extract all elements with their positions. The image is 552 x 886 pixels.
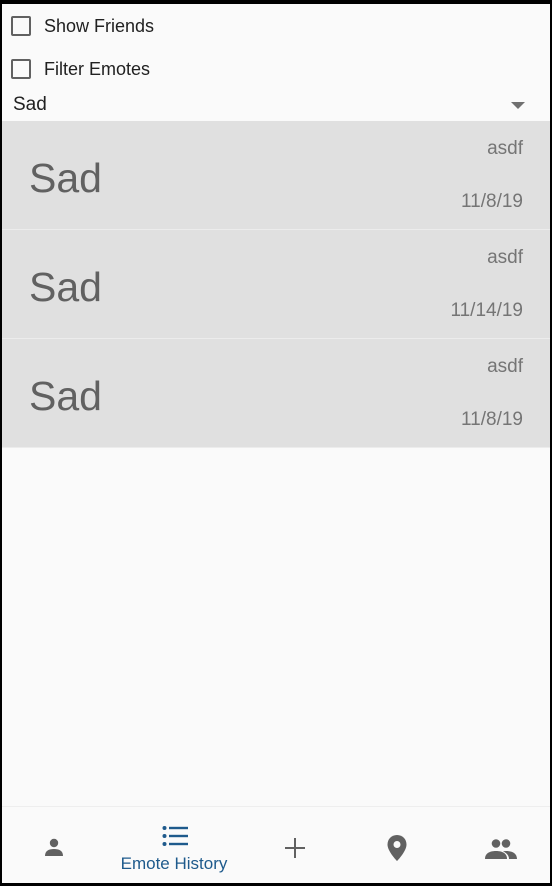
nav-add-tab[interactable] <box>241 807 346 883</box>
emote-date: 11/8/19 <box>461 409 523 430</box>
app-screen: Show Friends Filter Emotes Sad Sad asdf … <box>2 4 550 883</box>
list-icon <box>162 826 188 846</box>
nav-friends-tab[interactable] <box>446 807 550 883</box>
nav-emote-history-label: Emote History <box>120 854 228 873</box>
nav-emote-history-tab[interactable]: Emote History <box>107 807 241 883</box>
filter-emotes-toggle[interactable]: Filter Emotes <box>11 57 150 81</box>
dropdown-arrow-icon <box>511 102 525 109</box>
emote-user: asdf <box>487 138 523 159</box>
location-pin-icon <box>387 835 407 861</box>
emote-card[interactable]: Sad asdf 11/8/19 <box>2 339 550 448</box>
emote-card[interactable]: Sad asdf 11/8/19 <box>2 121 550 230</box>
emote-name: Sad <box>29 155 102 201</box>
show-friends-checkbox[interactable] <box>11 16 31 36</box>
show-friends-label[interactable]: Show Friends <box>44 16 154 37</box>
emote-date: 11/8/19 <box>461 191 523 212</box>
emote-dropdown[interactable]: Sad <box>2 92 550 121</box>
emote-dropdown-value: Sad <box>13 94 47 115</box>
person-icon <box>45 838 63 856</box>
filter-emotes-label[interactable]: Filter Emotes <box>44 59 150 80</box>
bottom-navigation: Emote History <box>2 806 550 883</box>
emote-user: asdf <box>487 356 523 377</box>
emote-date: 11/14/19 <box>450 300 523 321</box>
nav-profile-tab[interactable] <box>2 807 107 883</box>
emote-card[interactable]: Sad asdf 11/14/19 <box>2 230 550 339</box>
emote-name: Sad <box>29 264 102 310</box>
emote-history-list: Sad asdf 11/8/19 Sad asdf 11/14/19 Sad a… <box>2 121 550 448</box>
emote-user: asdf <box>487 247 523 268</box>
filter-emotes-checkbox[interactable] <box>11 59 31 79</box>
show-friends-toggle[interactable]: Show Friends <box>11 14 154 38</box>
emote-name: Sad <box>29 373 102 419</box>
plus-icon <box>285 838 305 858</box>
people-icon <box>485 839 517 859</box>
nav-map-tab[interactable] <box>346 807 446 883</box>
